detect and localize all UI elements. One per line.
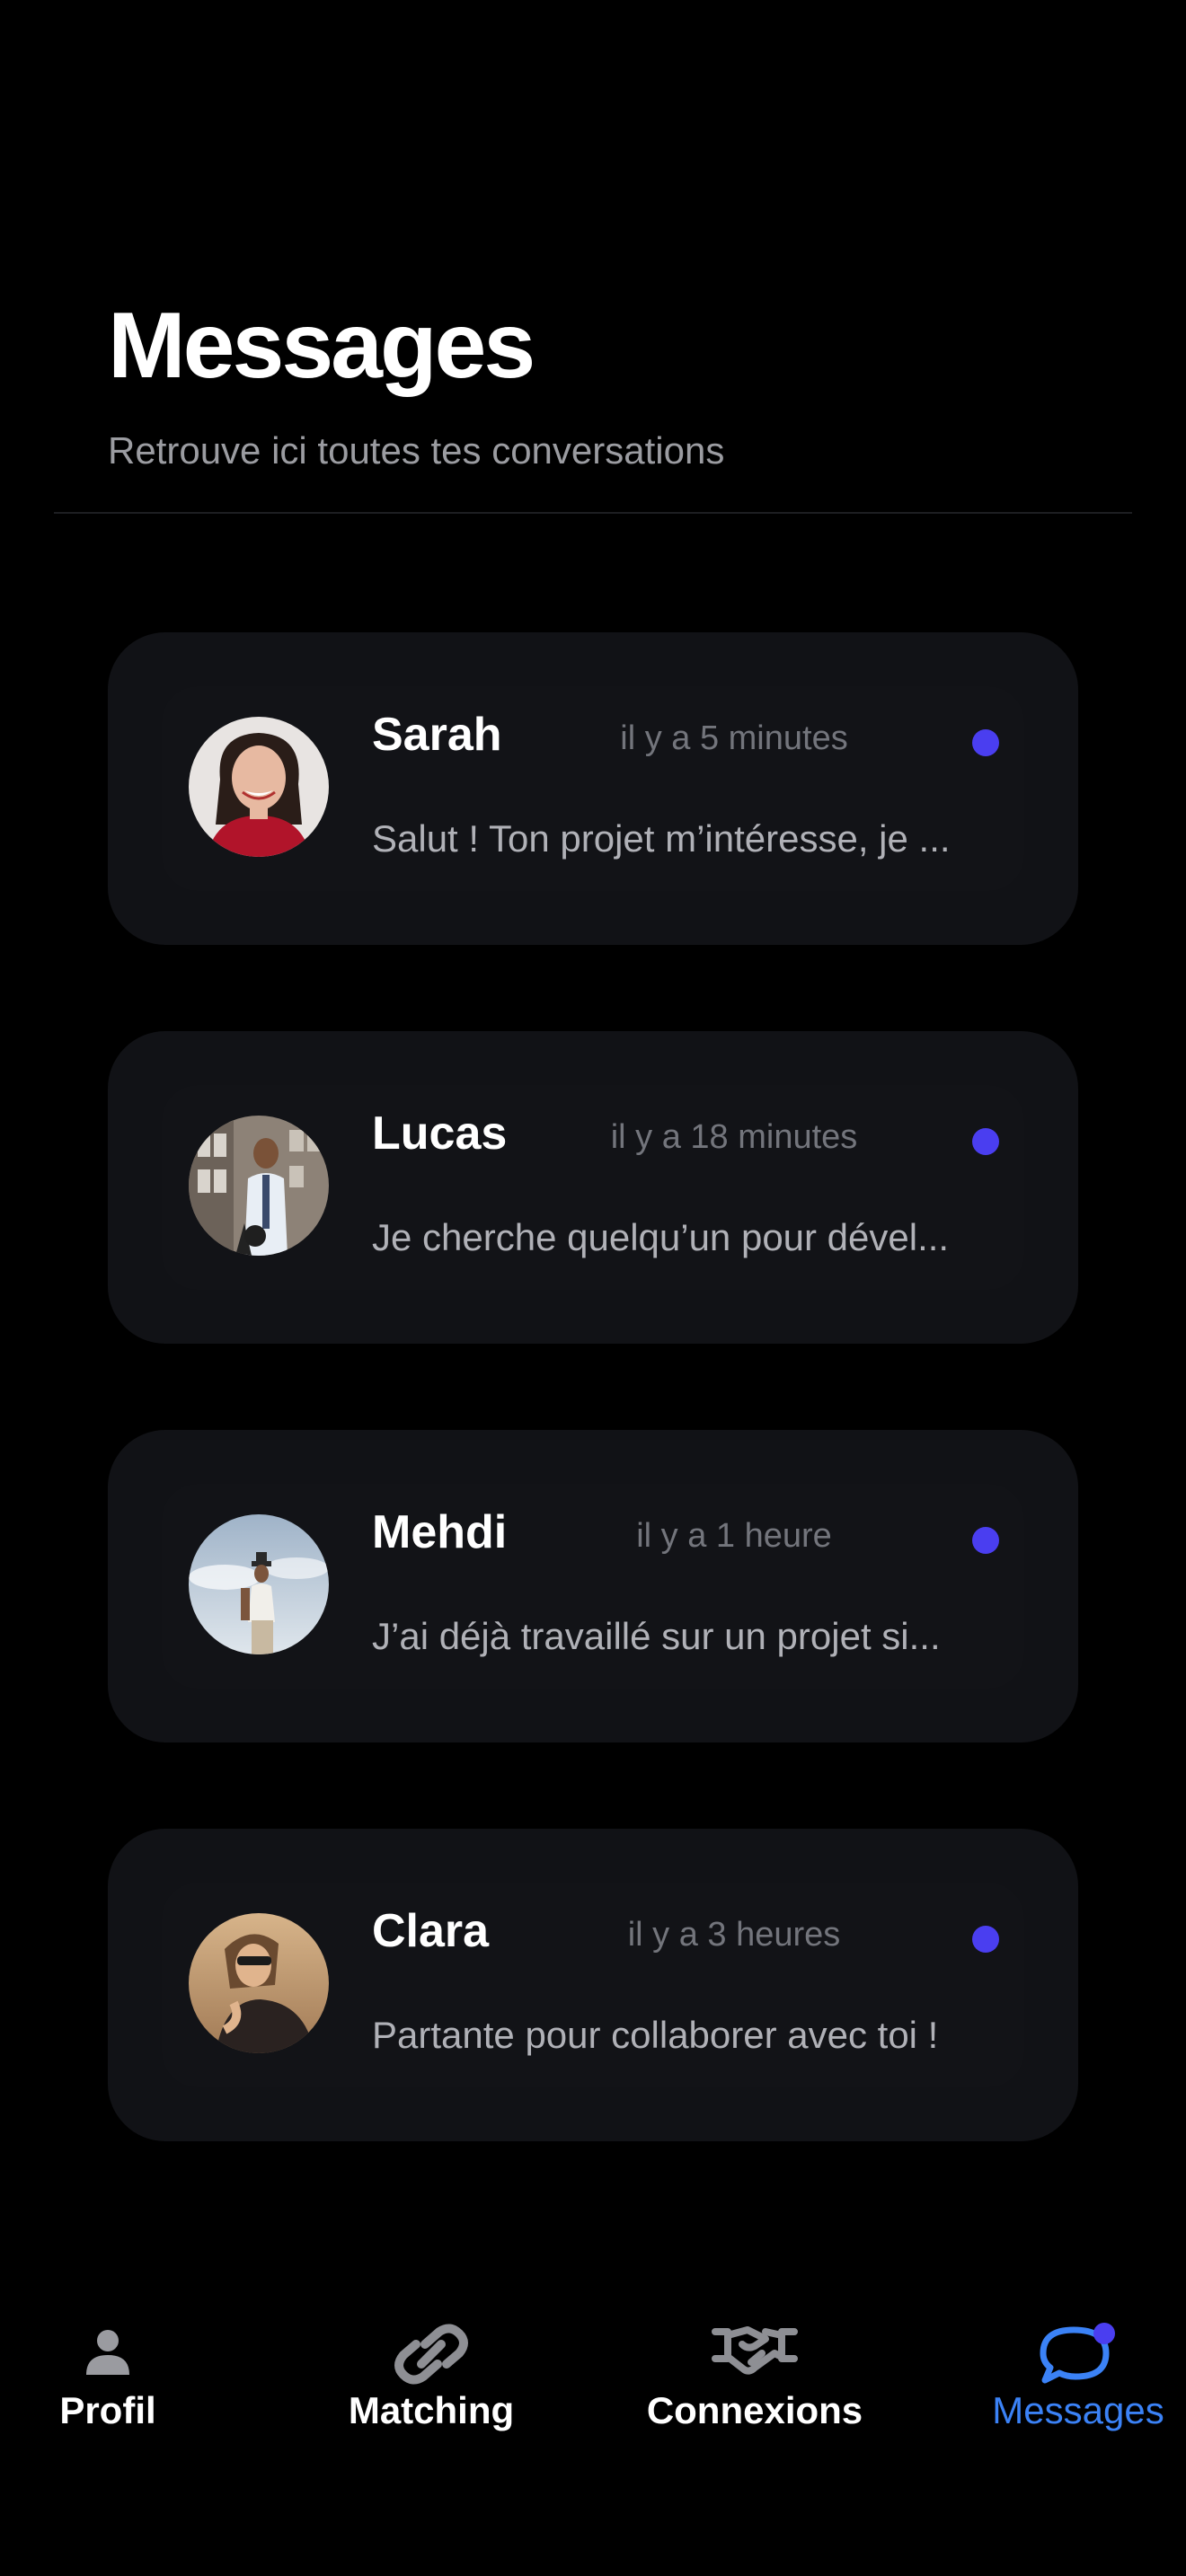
page-header: Messages Retrouve ici toutes tes convers…	[108, 287, 724, 474]
message-preview: J’ai déjà travaillé sur un projet si...	[372, 1615, 941, 1657]
message-preview: Je cherche quelqu’un pour dével...	[372, 1216, 950, 1258]
unread-indicator	[972, 1527, 999, 1554]
contact-name: Clara	[372, 1905, 490, 1957]
avatar	[189, 1913, 329, 2053]
message-time: il y a 18 minutes	[610, 1118, 858, 1156]
tab-connexions[interactable]: Connexions	[606, 2299, 903, 2443]
conversation-list: Sarah il y a 5 minutes Salut ! Ton proje…	[108, 632, 1078, 2228]
message-time: il y a 5 minutes	[620, 719, 848, 757]
conversation-card-mehdi[interactable]: Mehdi il y a 1 heure J’ai déjà travaillé…	[108, 1430, 1078, 1742]
unread-indicator	[972, 1128, 999, 1155]
avatar	[189, 717, 329, 857]
tab-matching[interactable]: Matching	[283, 2299, 580, 2443]
page-subtitle: Retrouve ici toutes tes conversations	[108, 429, 725, 472]
tab-profil[interactable]: Profil	[0, 2299, 256, 2443]
bottom-tab-bar: Profil Matching Connexions Messages	[0, 2299, 1186, 2576]
message-time: il y a 1 heure	[636, 1517, 832, 1555]
conversation-card-sarah[interactable]: Sarah il y a 5 minutes Salut ! Ton proje…	[108, 632, 1078, 945]
header-divider	[54, 512, 1132, 514]
unread-indicator	[972, 1926, 999, 1953]
tab-label: Matching	[348, 2389, 515, 2431]
contact-name: Sarah	[372, 709, 502, 761]
person-icon	[81, 2323, 135, 2381]
message-time: il y a 3 heures	[627, 1916, 841, 1954]
handshake-icon	[712, 2323, 798, 2381]
tab-messages[interactable]: Messages	[930, 2299, 1186, 2443]
link-icon	[391, 2323, 472, 2390]
avatar	[189, 1514, 329, 1654]
contact-name: Mehdi	[372, 1506, 508, 1558]
avatar	[189, 1116, 329, 1256]
page-title: Messages	[108, 294, 535, 398]
chat-bubble-icon	[1038, 2323, 1119, 2390]
conversation-card-lucas[interactable]: Lucas il y a 18 minutes Je cherche quelq…	[108, 1031, 1078, 1344]
tab-label: Profil	[59, 2389, 156, 2431]
message-preview: Partante pour collaborer avec toi !	[372, 2014, 939, 2056]
conversation-card-clara[interactable]: Clara il y a 3 heures Partante pour coll…	[108, 1829, 1078, 2141]
message-preview: Salut ! Ton projet m’intéresse, je ...	[372, 817, 951, 860]
contact-name: Lucas	[372, 1107, 508, 1160]
unread-indicator	[972, 729, 999, 756]
tab-label: Connexions	[646, 2389, 863, 2431]
tab-label: Messages	[992, 2389, 1164, 2431]
